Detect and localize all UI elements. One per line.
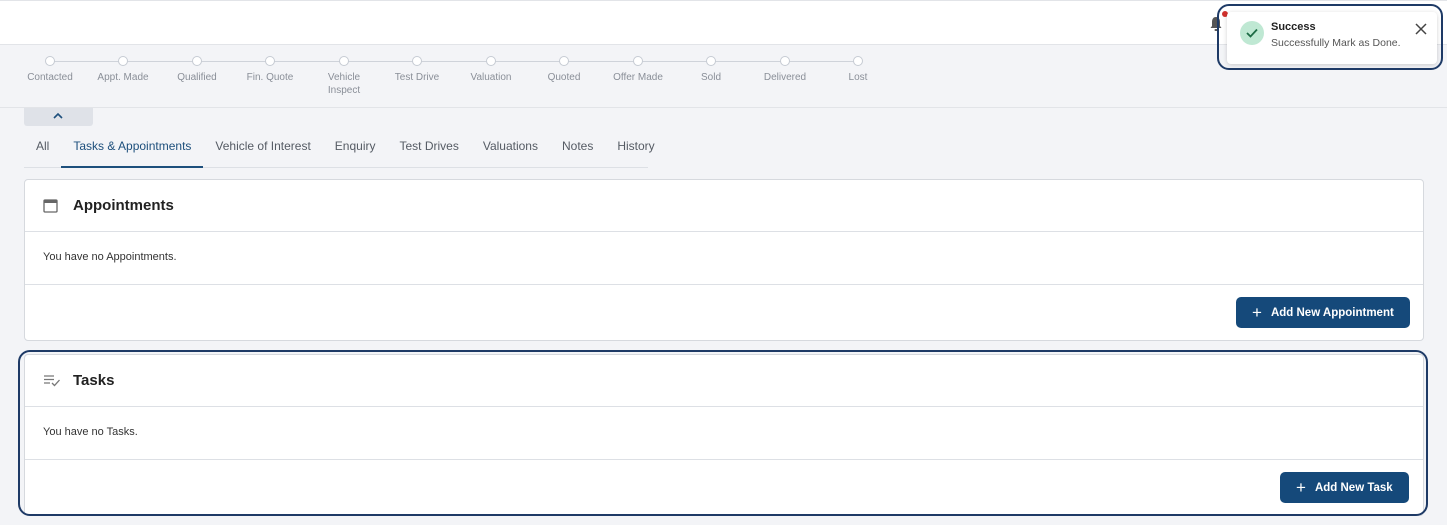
appointments-body: You have no Appointments. xyxy=(25,232,1423,285)
success-toast: Success Successfully Mark as Done. xyxy=(1227,12,1437,64)
plus-icon: + xyxy=(1252,303,1262,322)
tab-tasks-appointments[interactable]: Tasks & Appointments xyxy=(61,126,204,168)
stage-label: Vehicle Inspect xyxy=(327,72,361,96)
tab-notes[interactable]: Notes xyxy=(550,126,605,168)
task-list-icon xyxy=(44,375,60,387)
tasks-card: Tasks You have no Tasks. + Add New Task xyxy=(24,354,1424,516)
success-badge xyxy=(1240,21,1264,45)
tasks-footer: + Add New Task xyxy=(25,460,1423,515)
add-new-task-label: Add New Task xyxy=(1314,481,1393,494)
tab-test-drives[interactable]: Test Drives xyxy=(387,126,470,168)
calendar-icon xyxy=(43,199,58,213)
stage-delivered[interactable]: Delivered xyxy=(745,56,825,84)
close-icon[interactable] xyxy=(1415,23,1427,35)
stage-appt-made[interactable]: Appt. Made xyxy=(83,56,163,84)
tab-enquiry[interactable]: Enquiry xyxy=(323,126,388,168)
stage-sold[interactable]: Sold xyxy=(671,56,751,84)
tasks-title: Tasks xyxy=(73,372,115,389)
stage-label: Lost xyxy=(848,72,868,83)
tasks-body: You have no Tasks. xyxy=(25,407,1423,460)
toast-title: Success xyxy=(1271,21,1316,33)
add-new-task-button[interactable]: + Add New Task xyxy=(1280,472,1409,503)
tasks-header: Tasks xyxy=(25,355,1423,407)
stage-dot xyxy=(45,56,55,66)
appointments-header: Appointments xyxy=(25,180,1423,232)
stage-lost[interactable]: Lost xyxy=(818,56,898,84)
toast-message: Successfully Mark as Done. xyxy=(1271,37,1401,49)
stage-label: Sold xyxy=(700,72,721,83)
stage-label: Contacted xyxy=(27,72,73,83)
tab-all[interactable]: All xyxy=(24,126,61,168)
stage-dot xyxy=(559,56,569,66)
appointments-card: Appointments You have no Appointments. +… xyxy=(24,179,1424,341)
bell-icon[interactable] xyxy=(1209,16,1223,32)
stage-qualified[interactable]: Qualified xyxy=(157,56,237,84)
add-new-appointment-button[interactable]: + Add New Appointment xyxy=(1236,297,1410,328)
stage-label: Quoted xyxy=(547,72,581,83)
stage-valuation[interactable]: Valuation xyxy=(451,56,531,84)
appointments-empty-text: You have no Appointments. xyxy=(43,251,177,263)
tab-vehicle-of-interest[interactable]: Vehicle of Interest xyxy=(203,126,322,168)
stage-vehicle-inspect[interactable]: Vehicle Inspect xyxy=(304,56,384,97)
stage-label: Fin. Quote xyxy=(246,72,294,83)
stage-dot xyxy=(486,56,496,66)
stage-label: Delivered xyxy=(763,72,807,83)
stage-label: Test Drive xyxy=(394,72,440,83)
add-new-appointment-label: Add New Appointment xyxy=(1270,306,1394,319)
stage-dot xyxy=(780,56,790,66)
stage-dot xyxy=(339,56,349,66)
stage-dot xyxy=(265,56,275,66)
chevron-up-icon xyxy=(53,112,63,119)
collapse-stages-button[interactable] xyxy=(24,108,93,126)
stage-dot xyxy=(412,56,422,66)
appointments-footer: + Add New Appointment xyxy=(25,285,1423,340)
stage-label: Valuation xyxy=(470,72,512,83)
stage-dot xyxy=(192,56,202,66)
tab-history[interactable]: History xyxy=(605,126,666,168)
tasks-empty-text: You have no Tasks. xyxy=(43,426,138,438)
check-icon xyxy=(1246,28,1258,38)
stage-offer-made[interactable]: Offer Made xyxy=(598,56,678,84)
stage-fin-quote[interactable]: Fin. Quote xyxy=(230,56,310,84)
stage-dot xyxy=(706,56,716,66)
plus-icon: + xyxy=(1296,478,1306,497)
stage-label: Qualified xyxy=(177,72,217,83)
stage-contacted[interactable]: Contacted xyxy=(10,56,90,84)
stage-dot xyxy=(633,56,643,66)
stage-dot xyxy=(853,56,863,66)
stage-quoted[interactable]: Quoted xyxy=(524,56,604,84)
stage-label: Offer Made xyxy=(613,72,663,83)
appointments-title: Appointments xyxy=(73,197,174,214)
stage-dot xyxy=(118,56,128,66)
tab-valuations[interactable]: Valuations xyxy=(471,126,550,168)
stage-label: Appt. Made xyxy=(97,72,149,83)
tab-bar: All Tasks & Appointments Vehicle of Inte… xyxy=(24,126,655,168)
stage-test-drive[interactable]: Test Drive xyxy=(377,56,457,84)
